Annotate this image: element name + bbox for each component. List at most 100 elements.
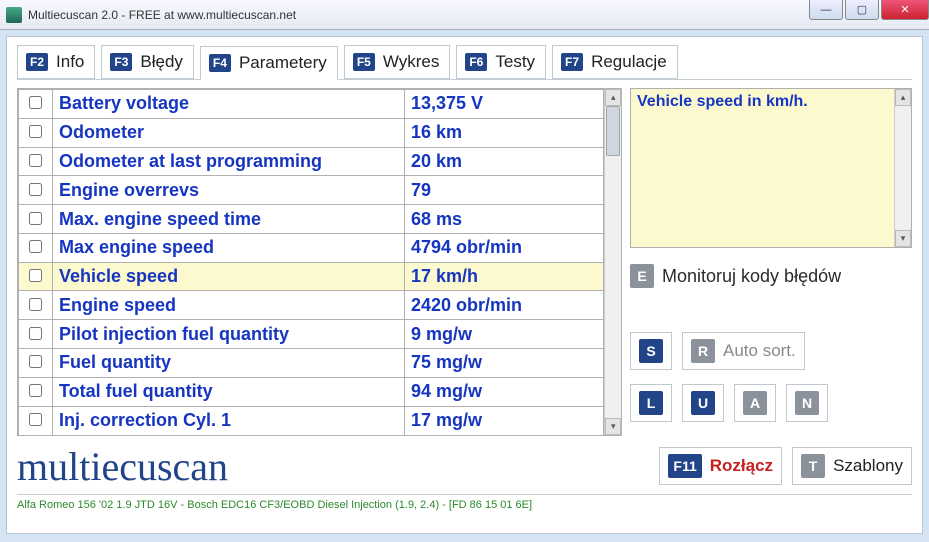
app-icon <box>6 7 22 23</box>
tab-tests[interactable]: F6 Testy <box>456 45 546 79</box>
scroll-down-icon[interactable]: ▾ <box>895 230 911 247</box>
tab-bar: F2 Info F3 Błędy F4 Parametery F5 Wykres… <box>17 45 912 80</box>
info-scrollbar[interactable]: ▴ ▾ <box>894 89 911 247</box>
row-checkbox-cell <box>19 90 53 119</box>
fkey-badge: F4 <box>209 54 231 72</box>
key-n-badge: N <box>795 391 819 415</box>
table-row[interactable]: Engine overrevs79 <box>19 176 604 205</box>
tab-adjustments[interactable]: F7 Regulacje <box>552 45 678 79</box>
tab-label: Parametery <box>239 53 327 73</box>
parameter-value: 9 mg/w <box>405 320 604 349</box>
l-button[interactable]: L <box>630 384 672 422</box>
row-checkbox[interactable] <box>29 96 42 109</box>
table-row[interactable]: Max. engine speed time68 ms <box>19 205 604 234</box>
row-checkbox-cell <box>19 406 53 435</box>
fkey-badge: F6 <box>465 53 487 71</box>
templates-label: Szablony <box>833 456 903 476</box>
monitor-errors-row[interactable]: E Monitoruj kody błędów <box>630 264 912 288</box>
key-l-badge: L <box>639 391 663 415</box>
row-checkbox[interactable] <box>29 212 42 225</box>
tab-chart[interactable]: F5 Wykres <box>344 45 451 79</box>
row-checkbox[interactable] <box>29 355 42 368</box>
scroll-down-icon[interactable]: ▾ <box>605 418 621 435</box>
tab-errors[interactable]: F3 Błędy <box>101 45 194 79</box>
scroll-up-icon[interactable]: ▴ <box>605 89 621 106</box>
table-row[interactable]: Pilot injection fuel quantity9 mg/w <box>19 320 604 349</box>
info-text: Vehicle speed in km/h. <box>637 93 890 243</box>
row-checkbox[interactable] <box>29 125 42 138</box>
row-checkbox[interactable] <box>29 269 42 282</box>
row-checkbox[interactable] <box>29 298 42 311</box>
table-row[interactable]: Odometer16 km <box>19 118 604 147</box>
client-area: F2 Info F3 Błędy F4 Parametery F5 Wykres… <box>6 36 923 534</box>
parameter-name: Pilot injection fuel quantity <box>53 320 405 349</box>
n-button[interactable]: N <box>786 384 828 422</box>
tab-label: Błędy <box>140 52 183 72</box>
monitor-errors-label: Monitoruj kody błędów <box>662 266 841 287</box>
minimize-button[interactable]: — <box>809 0 843 20</box>
tab-label: Regulacje <box>591 52 667 72</box>
auto-sort-label: Auto sort. <box>723 341 796 361</box>
row-checkbox[interactable] <box>29 183 42 196</box>
parameter-value: 17 mg/w <box>405 406 604 435</box>
content-area: Battery voltage13,375 VOdometer16 kmOdom… <box>17 88 912 436</box>
row-checkbox[interactable] <box>29 154 42 167</box>
parameter-name: Engine speed <box>53 291 405 320</box>
fkey-badge: F5 <box>353 53 375 71</box>
tab-parameters[interactable]: F4 Parametery <box>200 46 338 80</box>
parameters-grid: Battery voltage13,375 VOdometer16 kmOdom… <box>17 88 622 436</box>
row-checkbox-cell <box>19 377 53 406</box>
tab-label: Testy <box>495 52 535 72</box>
row-checkbox-cell <box>19 205 53 234</box>
button-row-2: L U A N <box>630 384 912 422</box>
row-checkbox[interactable] <box>29 413 42 426</box>
s-button[interactable]: S <box>630 332 672 370</box>
row-checkbox-cell <box>19 233 53 262</box>
parameter-name: Total fuel quantity <box>53 377 405 406</box>
row-checkbox[interactable] <box>29 327 42 340</box>
table-row[interactable]: Max engine speed4794 obr/min <box>19 233 604 262</box>
footer-row: multiecuscan F11 Rozłącz T Szablony <box>17 442 912 490</box>
close-button[interactable]: ✕ <box>881 0 929 20</box>
key-s-badge: S <box>639 339 663 363</box>
row-checkbox[interactable] <box>29 240 42 253</box>
parameter-value: 2420 obr/min <box>405 291 604 320</box>
info-box: Vehicle speed in km/h. ▴ ▾ <box>630 88 912 248</box>
status-bar: Alfa Romeo 156 '02 1.9 JTD 16V - Bosch E… <box>17 494 912 511</box>
tab-label: Wykres <box>383 52 440 72</box>
window-controls: — ▢ ✕ <box>807 0 929 20</box>
table-row[interactable]: Inj. correction Cyl. 117 mg/w <box>19 406 604 435</box>
table-row[interactable]: Engine speed2420 obr/min <box>19 291 604 320</box>
tab-info[interactable]: F2 Info <box>17 45 95 79</box>
fkey-badge: F2 <box>26 53 48 71</box>
parameter-name: Fuel quantity <box>53 349 405 378</box>
window-title: Multiecuscan 2.0 - FREE at www.multiecus… <box>28 8 296 22</box>
a-button[interactable]: A <box>734 384 776 422</box>
parameter-value: 68 ms <box>405 205 604 234</box>
parameter-value: 20 km <box>405 147 604 176</box>
table-row[interactable]: Total fuel quantity94 mg/w <box>19 377 604 406</box>
table-row[interactable]: Vehicle speed17 km/h <box>19 262 604 291</box>
parameter-name: Battery voltage <box>53 90 405 119</box>
row-checkbox[interactable] <box>29 384 42 397</box>
table-row[interactable]: Odometer at last programming20 km <box>19 147 604 176</box>
scroll-thumb[interactable] <box>606 106 620 156</box>
parameter-value: 94 mg/w <box>405 377 604 406</box>
row-checkbox-cell <box>19 147 53 176</box>
table-row[interactable]: Fuel quantity75 mg/w <box>19 349 604 378</box>
fkey-badge: F7 <box>561 53 583 71</box>
grid-scrollbar[interactable]: ▴ ▾ <box>604 89 621 435</box>
parameters-table: Battery voltage13,375 VOdometer16 kmOdom… <box>18 89 604 435</box>
brand-logo: multiecuscan <box>17 443 659 490</box>
auto-sort-button[interactable]: R Auto sort. <box>682 332 805 370</box>
disconnect-label: Rozłącz <box>710 456 773 476</box>
maximize-button[interactable]: ▢ <box>845 0 879 20</box>
parameter-name: Odometer at last programming <box>53 147 405 176</box>
templates-button[interactable]: T Szablony <box>792 447 912 485</box>
row-checkbox-cell <box>19 118 53 147</box>
disconnect-button[interactable]: F11 Rozłącz <box>659 447 782 485</box>
table-row[interactable]: Battery voltage13,375 V <box>19 90 604 119</box>
scroll-up-icon[interactable]: ▴ <box>895 89 911 106</box>
side-panel: Vehicle speed in km/h. ▴ ▾ E Monitoruj k… <box>630 88 912 436</box>
u-button[interactable]: U <box>682 384 724 422</box>
